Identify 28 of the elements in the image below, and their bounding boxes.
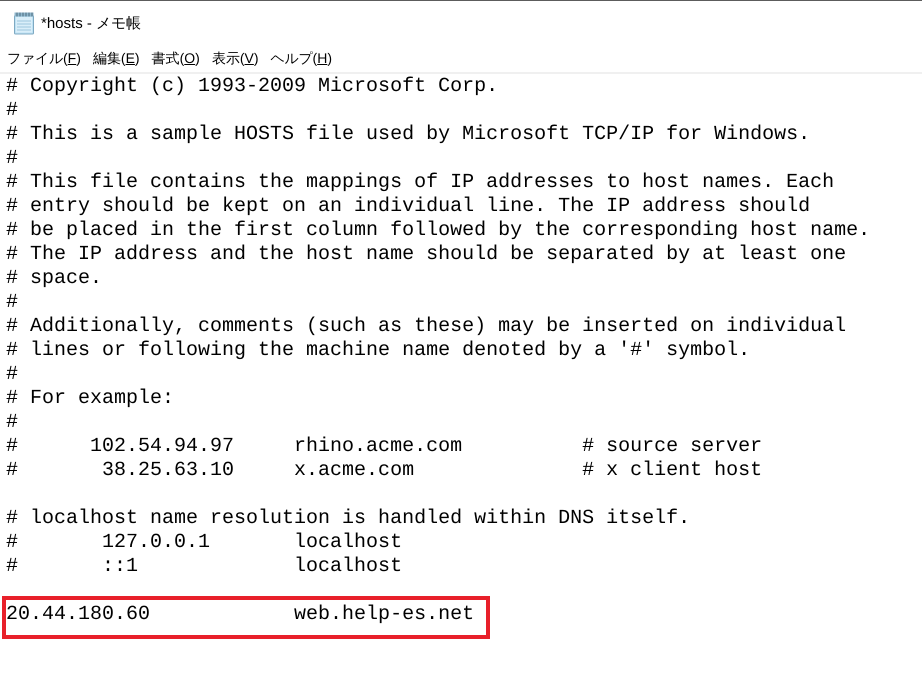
text-line: # The IP address and the host name should be separated by at least one [6, 243, 848, 267]
text-line: # [6, 291, 20, 315]
text-line: # [6, 411, 20, 435]
window-title: *hosts - メモ帳 [41, 14, 142, 33]
text-line: # 102.54.94.97 rhino.acme.com # source server [6, 435, 764, 459]
text-line: # [6, 147, 20, 171]
text-line: # For example: [6, 387, 176, 411]
text-line: # lines or following the machine name denoted by a '#' symbol. [6, 339, 752, 363]
text-line: # Copyright (c) 1993-2009 Microsoft Corp. [6, 75, 500, 99]
text-line: # localhost name resolution is handled within DNS itself. [6, 507, 692, 531]
text-line: 20.44.180.60 web.help-es.net [6, 603, 474, 627]
text-line: # 38.25.63.10 x.acme.com # x client host [6, 459, 764, 483]
text-line: # Additionally, comments (such as these) may be inserted on individual [6, 315, 848, 339]
menu-item[interactable]: ファイル(F) [2, 48, 87, 70]
text-line: # This is a sample HOSTS file used by Microsoft TCP/IP for Windows. [6, 123, 812, 147]
menu-item[interactable]: 表示(V) [206, 48, 265, 70]
text-line: # This file contains the mappings of IP addresses to host names. Each [6, 171, 836, 195]
text-line: # entry should be kept on an individual line. The IP address should [6, 195, 812, 219]
text-line: # space. [6, 267, 104, 291]
text-line: # ::1 localhost [6, 555, 404, 579]
menu-item[interactable]: 書式(O) [146, 48, 206, 70]
text-line: # 127.0.0.1 localhost [6, 531, 404, 555]
text-line: # be placed in the first column followed by the corresponding host name. [6, 219, 872, 243]
text-line: # [6, 99, 20, 123]
menu-item[interactable]: ヘルプ(H) [266, 48, 338, 70]
notepad-icon [13, 12, 35, 35]
menu-item[interactable]: 編集(E) [88, 48, 146, 70]
text-line: # [6, 363, 20, 387]
